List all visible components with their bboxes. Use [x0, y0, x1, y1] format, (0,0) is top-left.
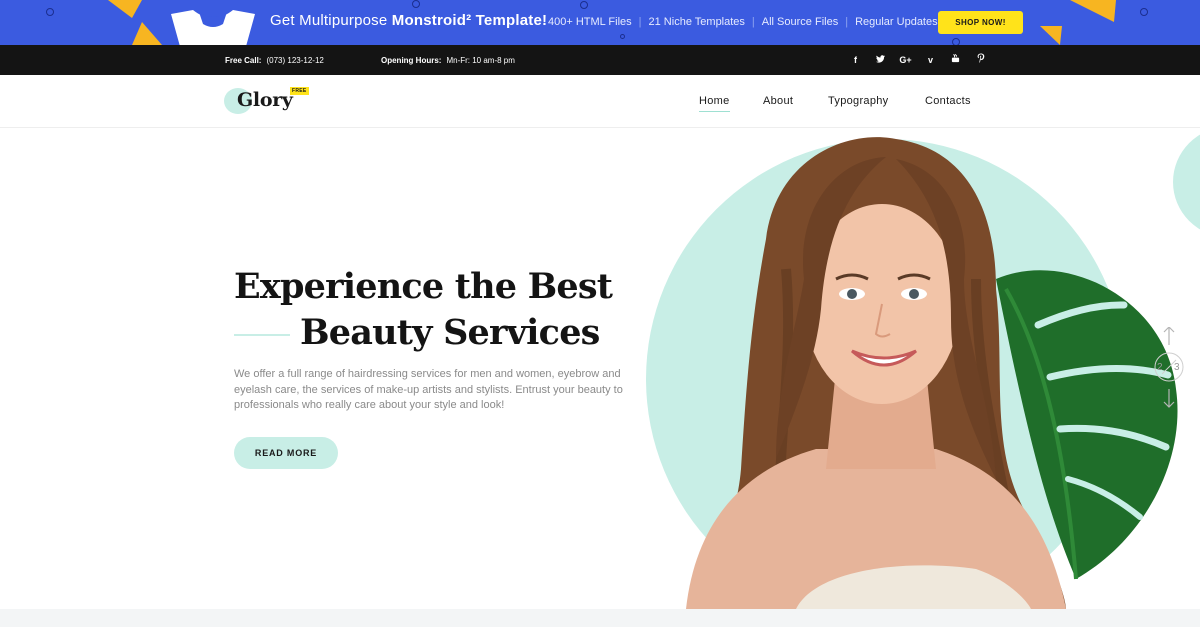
free-call-info: Free Call: (073) 123-12-12: [225, 56, 324, 65]
decor-triangle: [132, 22, 162, 45]
promo-feature: 21 Niche Templates: [648, 16, 745, 28]
social-links: f G+ v: [843, 53, 993, 67]
opening-hours-value: Mn-Fr: 10 am-8 pm: [446, 56, 515, 65]
shop-now-button[interactable]: SHOP NOW!: [938, 11, 1023, 34]
facebook-icon[interactable]: f: [843, 53, 868, 67]
logo-free-badge: FREE: [290, 87, 309, 95]
vimeo-icon[interactable]: v: [918, 53, 943, 67]
arrow-up-icon: [1163, 327, 1175, 345]
hero-title-line2: Beauty Services: [234, 310, 612, 356]
promo-banner[interactable]: Get Multipurpose Monstroid² Template! 40…: [0, 0, 1200, 45]
promo-headline-brand: Monstroid² Template!: [391, 12, 548, 29]
decor-triangle: [1070, 0, 1116, 22]
site-header: Glory FREE Home About Typography Contact…: [0, 75, 1200, 128]
promo-features: 400+ HTML Files | 21 Niche Templates | A…: [548, 16, 938, 28]
section-divider: [0, 609, 1200, 627]
hero-title: Experience the Best Beauty Services: [234, 264, 613, 356]
opening-hours-info: Opening Hours: Mn-Fr: 10 am-8 pm: [381, 56, 515, 65]
promo-feature: All Source Files: [761, 16, 839, 28]
read-more-button[interactable]: READ MORE: [234, 437, 338, 469]
twitter-icon[interactable]: [868, 53, 893, 67]
promo-headline: Get Multipurpose Monstroid² Template!: [270, 12, 547, 29]
hero-title-line1: Experience the Best: [234, 266, 613, 307]
decor-circle: [1140, 8, 1148, 16]
nav-contacts[interactable]: Contacts: [925, 95, 971, 107]
decor-circle: [952, 38, 960, 45]
hero-section: Experience the Best Beauty Services We o…: [0, 129, 1200, 609]
free-call-number[interactable]: (073) 123-12-12: [266, 56, 323, 65]
hero-description: We offer a full range of hairdressing se…: [234, 368, 623, 411]
decor-circle: [412, 0, 420, 8]
arrow-down-icon: [1163, 389, 1175, 408]
free-call-label: Free Call:: [225, 56, 262, 65]
youtube-icon[interactable]: [943, 53, 968, 67]
decor-circle: [46, 8, 54, 16]
tshirt-logo-icon: [171, 10, 255, 45]
nav-typography[interactable]: Typography: [828, 95, 888, 107]
slide-total-number: 3: [1174, 362, 1180, 373]
opening-hours-label: Opening Hours:: [381, 56, 442, 65]
hero-model-image: [686, 137, 1178, 609]
promo-feature: Regular Updates: [855, 16, 938, 28]
nav-about[interactable]: About: [763, 95, 793, 107]
top-info-bar: Free Call: (073) 123-12-12 Opening Hours:…: [0, 45, 1200, 75]
promo-headline-prefix: Get Multipurpose: [270, 12, 388, 29]
decor-circle: [620, 34, 625, 39]
pinterest-icon[interactable]: [968, 53, 993, 67]
decor-triangle: [108, 0, 142, 18]
decor-triangle: [1040, 26, 1062, 45]
site-logo[interactable]: Glory FREE: [224, 86, 314, 118]
google-plus-icon[interactable]: G+: [893, 53, 918, 67]
logo-text: Glory: [237, 89, 293, 111]
slide-current-number: 2: [1157, 362, 1163, 373]
nav-home[interactable]: Home: [699, 95, 730, 112]
decor-circle: [580, 1, 588, 9]
promo-feature: 400+ HTML Files: [548, 16, 632, 28]
